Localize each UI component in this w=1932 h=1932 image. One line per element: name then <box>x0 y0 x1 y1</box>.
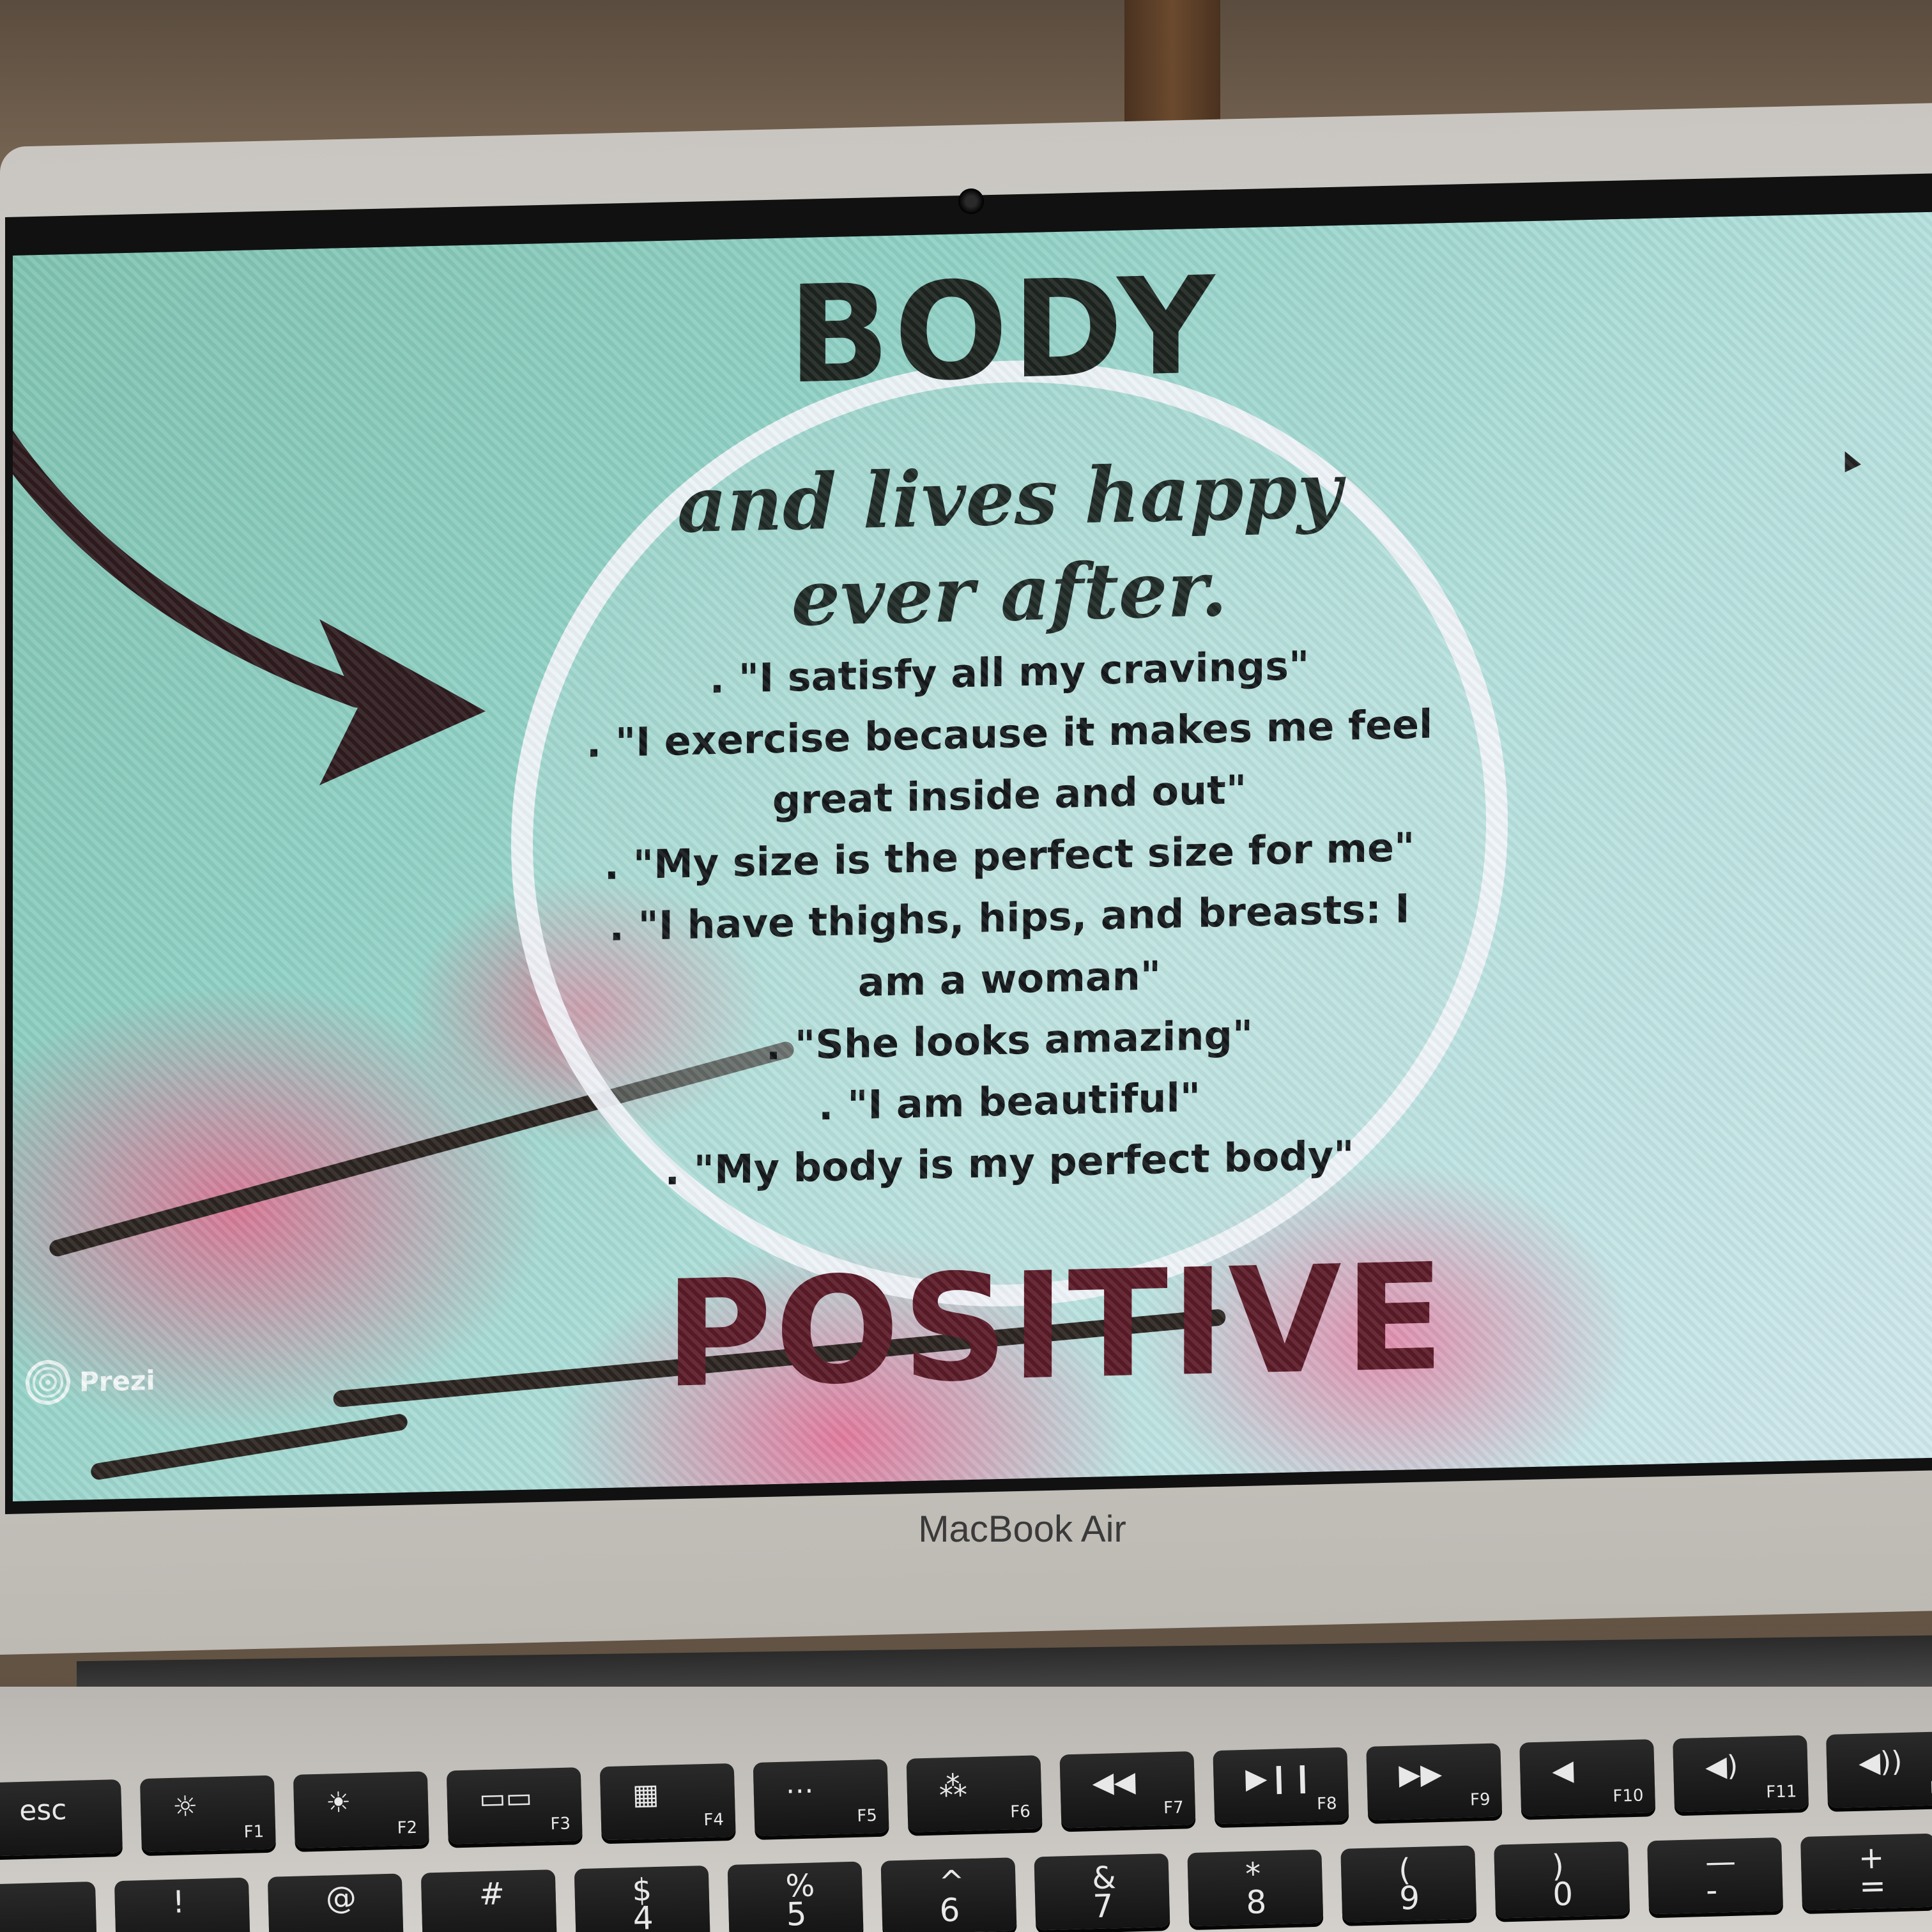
escape-key: esc <box>19 1793 68 1828</box>
prezi-logo-icon <box>26 1359 70 1406</box>
function-key-label: F3 <box>550 1814 571 1834</box>
slide-title-body: BODY <box>788 247 1218 414</box>
play-pause-icon: ▶❙❙ <box>1245 1761 1315 1795</box>
number-key[interactable]: # <box>420 1869 557 1932</box>
mouse-cursor-icon <box>1836 447 1862 473</box>
function-key-label: F2 <box>397 1818 418 1838</box>
keyboard-deck: esc ☼ F1 ☀ F2 ▭▭ F3 ▦ F4 ⋯ F5 ⁂ F6 ◀◀ F7 ▶❙❙ F8 ▶▶ F9 ◀ F10 ◀… <box>0 1687 1932 1932</box>
function-key-label: F6 <box>1009 1802 1031 1822</box>
affirmation-item: "I have thighs, hips, and breasts: I am … <box>575 877 1444 1020</box>
number-key[interactable]: (9 <box>1340 1845 1477 1922</box>
door-frame <box>1124 0 1220 128</box>
function-key-label: F1 <box>243 1822 264 1842</box>
brightness-down-icon: ☼ <box>172 1790 199 1823</box>
number-key[interactable]: ^ 6 <box>880 1857 1017 1932</box>
key-number-label: 9 <box>1399 1879 1420 1917</box>
function-key[interactable]: ◀◀ F7 <box>1059 1751 1196 1828</box>
function-key[interactable]: ◀)) F1 <box>1826 1731 1932 1809</box>
esc-key[interactable]: esc <box>0 1779 123 1857</box>
function-key-label: F1 <box>1929 1778 1932 1798</box>
key-number-label: 0 <box>1552 1875 1574 1913</box>
function-key[interactable]: ▭▭ F3 <box>446 1767 583 1844</box>
launchpad-icon: ▦ <box>632 1777 660 1811</box>
function-key[interactable]: ☀ F2 <box>293 1771 429 1848</box>
function-key-label: F9 <box>1469 1790 1491 1810</box>
number-key[interactable]: ! <box>114 1877 250 1932</box>
function-key[interactable]: ▶❙❙ F8 <box>1213 1747 1349 1825</box>
fast-forward-icon: ▶▶ <box>1398 1757 1443 1791</box>
key-symbol-label: @ <box>325 1880 357 1917</box>
key-number-label: 7 <box>1092 1887 1114 1926</box>
presentation-screen: BODY and lives happy ever after. "I sati… <box>13 211 1932 1501</box>
key-number-label: 4 <box>632 1899 654 1932</box>
number-key[interactable]: ) 0 <box>1494 1841 1630 1919</box>
function-key-label: F11 <box>1765 1782 1797 1802</box>
cherry-branch <box>89 1413 409 1481</box>
rewind-icon: ◀◀ <box>1091 1765 1136 1800</box>
volume-up-icon: ◀)) <box>1858 1745 1903 1779</box>
arrow-icon <box>13 422 486 786</box>
number-key[interactable] <box>0 1881 97 1932</box>
number-key[interactable]: % 5 <box>727 1861 864 1932</box>
key-symbol-label: # <box>478 1876 505 1913</box>
webcam <box>958 188 984 214</box>
number-key[interactable]: & 7 <box>1034 1853 1170 1931</box>
number-key[interactable]: $4 <box>574 1865 710 1932</box>
key-number-label: = <box>1859 1867 1887 1905</box>
key-number-label: 5 <box>785 1895 808 1932</box>
number-key[interactable]: + = <box>1800 1833 1932 1911</box>
affirmation-item: "I exercise because it makes me feel gre… <box>575 693 1444 836</box>
key-symbol-label: ! <box>172 1884 185 1920</box>
number-key[interactable]: — - <box>1647 1837 1784 1915</box>
function-key[interactable]: ▦ F4 <box>599 1763 736 1841</box>
prezi-watermark-label: Prezi <box>79 1364 155 1398</box>
number-key[interactable]: @ <box>267 1873 404 1932</box>
function-key-label: F10 <box>1613 1786 1644 1806</box>
number-key[interactable]: * 8 <box>1187 1849 1324 1927</box>
key-number-label: 6 <box>939 1891 961 1929</box>
function-key[interactable]: ☼ F1 <box>139 1775 276 1853</box>
affirmation-list: "I satisfy all my cravings" "I exercise … <box>575 632 1444 1204</box>
slide-tagline: and lives happy ever after. <box>652 442 1367 650</box>
function-key[interactable]: ▶▶ F9 <box>1366 1743 1503 1820</box>
function-key[interactable]: ◀ F10 <box>1519 1739 1656 1816</box>
brightness-up-icon: ☀ <box>325 1786 352 1820</box>
function-key-label: F5 <box>856 1805 878 1826</box>
keyboard-light-down-icon: ⋯ <box>785 1774 815 1807</box>
function-key-label: F4 <box>703 1810 724 1830</box>
function-key-label: F8 <box>1316 1794 1337 1814</box>
slide-title-positive: POSITIVE <box>664 1232 1447 1421</box>
keyboard-light-up-icon: ⁂ <box>939 1770 968 1804</box>
prezi-watermark: Prezi <box>26 1358 155 1406</box>
function-key[interactable]: ⋯ F5 <box>753 1759 889 1837</box>
volume-down-icon: ◀) <box>1705 1749 1738 1784</box>
function-key[interactable]: ⁂ F6 <box>906 1755 1043 1832</box>
function-key-label: F7 <box>1163 1798 1184 1818</box>
mission-control-icon: ▭▭ <box>479 1781 533 1816</box>
photo-scene: BODY and lives happy ever after. "I sati… <box>0 0 1932 1932</box>
function-key[interactable]: ◀) F11 <box>1673 1735 1809 1813</box>
key-number-label: - <box>1705 1871 1718 1909</box>
laptop-brand-label: MacBook Air <box>918 1508 1126 1550</box>
function-key-row: esc ☼ F1 ☀ F2 ▭▭ F3 ▦ F4 ⋯ F5 ⁂ F6 ◀◀ F7 ▶❙❙ F8 ▶▶ F9 ◀ F10 ◀… <box>0 1731 1932 1857</box>
mute-icon: ◀ <box>1551 1754 1574 1788</box>
tagline-line-2: ever after. <box>791 543 1228 644</box>
tagline-line-1: and lives happy <box>677 445 1342 551</box>
key-number-label: 8 <box>1245 1883 1267 1921</box>
